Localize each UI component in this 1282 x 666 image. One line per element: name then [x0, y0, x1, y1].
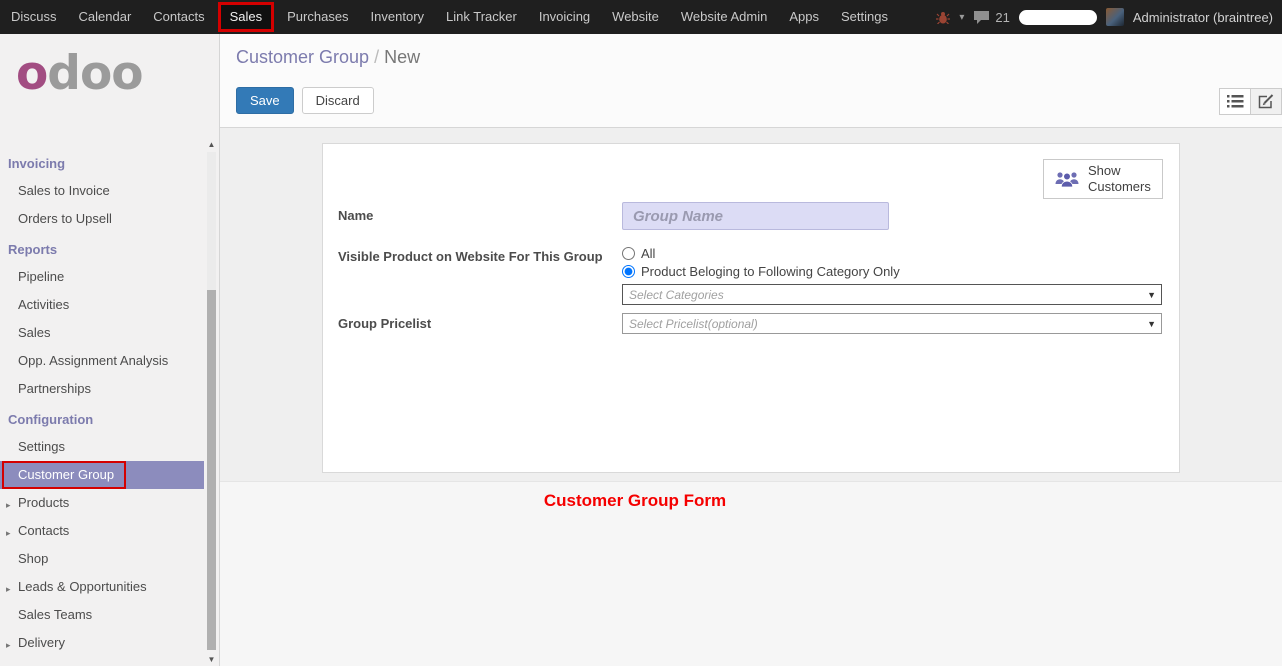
sidebar-scrollbar: ▲ ▼: [206, 138, 217, 664]
top-navigation-bar: Discuss Calendar Contacts Sales Purchase…: [0, 0, 1282, 34]
categories-select[interactable]: Select Categories ▼: [622, 284, 1162, 305]
sidebar: odoo Invoicing Sales to Invoice Orders t…: [0, 34, 220, 666]
sidebar-item-pipeline[interactable]: Pipeline: [0, 263, 219, 291]
topbar-item-website[interactable]: Website: [601, 0, 670, 34]
chevron-right-icon: ▸: [6, 581, 11, 597]
messages-button[interactable]: 21: [973, 10, 1009, 25]
sidebar-item-label: Customer Group: [18, 467, 114, 482]
pricelist-select[interactable]: Select Pricelist(optional) ▼: [622, 313, 1162, 334]
sidebar-item-contacts[interactable]: ▸ Contacts: [0, 517, 219, 545]
annotation-caption: Customer Group Form: [220, 491, 1050, 511]
bug-icon[interactable]: [936, 11, 950, 24]
topbar-item-link-tracker[interactable]: Link Tracker: [435, 0, 528, 34]
logo-letter-o: o: [16, 46, 47, 101]
visibility-label: Visible Product on Website For This Grou…: [338, 249, 603, 264]
radio-all[interactable]: [622, 247, 635, 260]
breadcrumb: Customer Group/New: [220, 34, 1282, 68]
scroll-up-icon[interactable]: ▲: [206, 140, 217, 149]
form-sheet: Show Customers Name Visible Product on W…: [322, 143, 1180, 473]
sidebar-item-sales-teams[interactable]: Sales Teams: [0, 601, 219, 629]
view-switcher: [1219, 88, 1282, 115]
customers-icon: [1054, 170, 1080, 188]
radio-category[interactable]: [622, 265, 635, 278]
topbar-item-inventory[interactable]: Inventory: [360, 0, 435, 34]
logo-rest: doo: [47, 46, 142, 101]
control-panel: Customer Group/New Save Discard: [220, 34, 1282, 128]
chevron-right-icon: ▸: [6, 637, 11, 653]
topbar-item-sales[interactable]: Sales: [218, 2, 275, 32]
sidebar-item-delivery[interactable]: ▸ Delivery: [0, 629, 219, 657]
chat-icon: [973, 10, 990, 25]
sidebar-item-label: Products: [18, 495, 69, 510]
show-customers-label: Show Customers: [1088, 163, 1152, 196]
sidebar-item-customer-group[interactable]: Customer Group: [0, 461, 204, 489]
section-title-invoicing: Invoicing: [0, 147, 219, 177]
name-label: Name: [338, 208, 373, 223]
sidebar-item-label: Contacts: [18, 523, 69, 538]
topbar-item-settings[interactable]: Settings: [830, 0, 899, 34]
caret-down-icon[interactable]: ▾: [959, 12, 964, 23]
topbar-item-purchases[interactable]: Purchases: [276, 0, 359, 34]
dropdown-arrow-icon: ▼: [1147, 290, 1156, 300]
sidebar-item-label: Delivery: [18, 635, 65, 650]
chevron-right-icon: ▸: [6, 525, 11, 541]
section-title-configuration: Configuration: [0, 403, 219, 433]
breadcrumb-customer-group[interactable]: Customer Group: [236, 47, 369, 67]
radio-option-all[interactable]: All: [622, 246, 655, 261]
sidebar-menu: Invoicing Sales to Invoice Orders to Ups…: [0, 147, 219, 657]
chevron-right-icon: ▸: [6, 497, 11, 513]
sidebar-item-activities[interactable]: Activities: [0, 291, 219, 319]
sidebar-item-settings[interactable]: Settings: [0, 433, 219, 461]
categories-placeholder: Select Categories: [629, 288, 724, 302]
pricelist-label: Group Pricelist: [338, 316, 431, 331]
topbar-item-calendar[interactable]: Calendar: [68, 0, 143, 34]
topbar-right-tools: ▾ 21 Administrator (braintree): [936, 8, 1282, 26]
status-pill: [1019, 10, 1097, 25]
radio-category-label: Product Beloging to Following Category O…: [641, 264, 900, 279]
breadcrumb-separator: /: [369, 47, 384, 67]
sidebar-item-partnerships[interactable]: Partnerships: [0, 375, 219, 403]
show-customers-button[interactable]: Show Customers: [1043, 159, 1163, 199]
topbar-item-apps[interactable]: Apps: [778, 0, 830, 34]
discard-button[interactable]: Discard: [302, 87, 374, 114]
sidebar-item-sales[interactable]: Sales: [0, 319, 219, 347]
odoo-backend-page: Discuss Calendar Contacts Sales Purchase…: [0, 0, 1282, 666]
avatar[interactable]: [1106, 8, 1124, 26]
sidebar-item-label: Leads & Opportunities: [18, 579, 147, 594]
topbar-item-website-admin[interactable]: Website Admin: [670, 0, 778, 34]
user-menu[interactable]: Administrator (braintree): [1133, 10, 1273, 25]
messages-count: 21: [995, 10, 1009, 25]
content-lower: Customer Group Form: [220, 481, 1282, 666]
sidebar-item-opp-assignment-analysis[interactable]: Opp. Assignment Analysis: [0, 347, 219, 375]
section-title-reports: Reports: [0, 233, 219, 263]
sidebar-item-products[interactable]: ▸ Products: [0, 489, 219, 517]
group-name-input[interactable]: [622, 202, 889, 230]
sidebar-item-sales-to-invoice[interactable]: Sales to Invoice: [0, 177, 219, 205]
sidebar-item-orders-to-upsell[interactable]: Orders to Upsell: [0, 205, 219, 233]
radio-all-label: All: [641, 246, 655, 261]
scrollbar-thumb[interactable]: [207, 290, 216, 650]
form-view-button[interactable]: [1250, 88, 1282, 115]
breadcrumb-new: New: [384, 47, 420, 67]
edit-icon: [1258, 94, 1274, 109]
topbar-item-discuss[interactable]: Discuss: [0, 0, 68, 34]
pricelist-placeholder: Select Pricelist(optional): [629, 317, 758, 331]
sidebar-item-shop[interactable]: Shop: [0, 545, 219, 573]
scroll-down-icon[interactable]: ▼: [206, 655, 217, 664]
sidebar-item-leads-opportunities[interactable]: ▸ Leads & Opportunities: [0, 573, 219, 601]
odoo-logo: odoo: [0, 34, 219, 107]
topbar-item-invoicing[interactable]: Invoicing: [528, 0, 601, 34]
radio-option-category[interactable]: Product Beloging to Following Category O…: [622, 264, 900, 279]
save-button[interactable]: Save: [236, 87, 294, 114]
form-view: Show Customers Name Visible Product on W…: [220, 128, 1282, 666]
list-icon: [1227, 95, 1244, 108]
topbar-item-contacts[interactable]: Contacts: [142, 0, 215, 34]
list-view-button[interactable]: [1219, 88, 1251, 115]
dropdown-arrow-icon: ▼: [1147, 319, 1156, 329]
action-buttons: Save Discard: [220, 87, 1282, 114]
